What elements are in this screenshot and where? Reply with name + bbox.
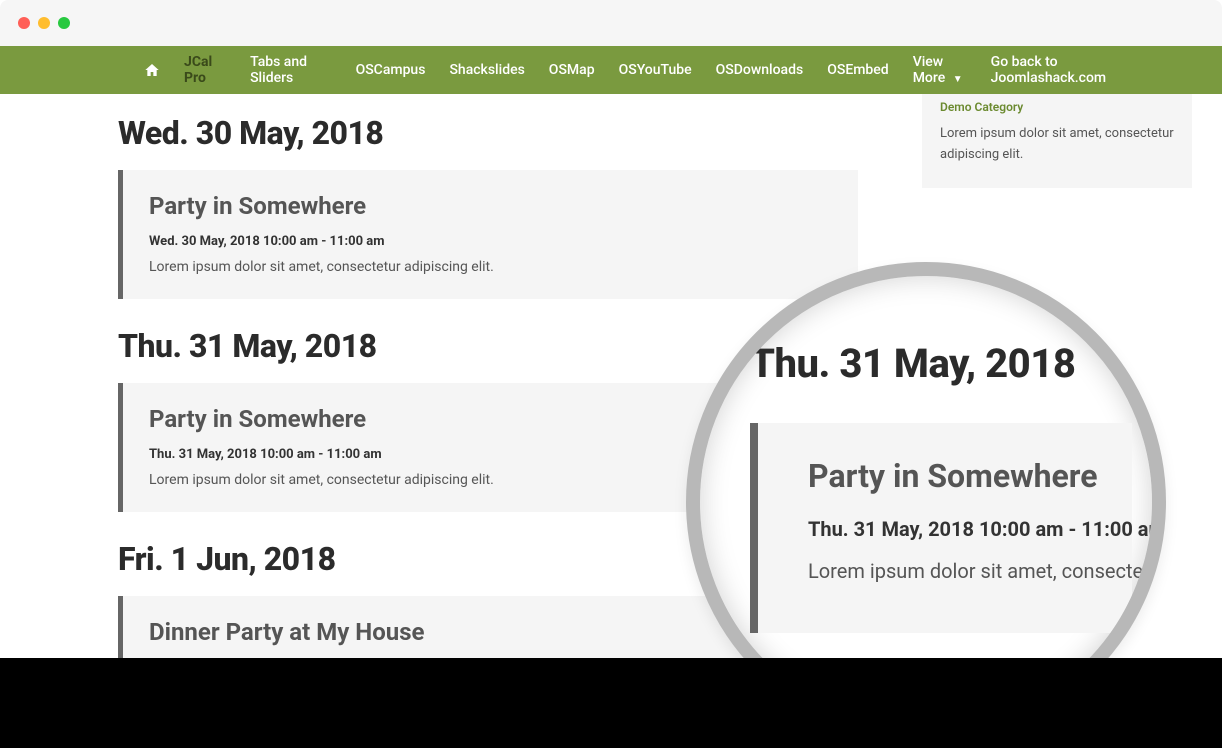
sidebar-category-card: Demo Category Lorem ipsum dolor sit amet… — [922, 94, 1192, 188]
nav-view-more[interactable]: View More ▼ — [901, 40, 991, 100]
chevron-down-icon: ▼ — [953, 74, 963, 85]
event-card[interactable]: Party in Somewhere Wed. 30 May, 2018 10:… — [118, 170, 858, 299]
minimize-icon[interactable] — [38, 17, 50, 29]
nav-osdownloads[interactable]: OSDownloads — [704, 48, 816, 92]
sidebar-category-link[interactable]: Demo Category — [940, 100, 1174, 114]
magnifier-event-card: Party in Somewhere Thu. 31 May, 2018 10:… — [750, 423, 1132, 633]
browser-window: JCal Pro Tabs and Sliders OSCampus Shack… — [0, 0, 1222, 748]
day-heading: Wed. 30 May, 2018 — [118, 114, 858, 152]
day-group: Wed. 30 May, 2018 Party in Somewhere Wed… — [118, 114, 858, 299]
close-icon[interactable] — [18, 17, 30, 29]
main-nav: JCal Pro Tabs and Sliders OSCampus Shack… — [0, 46, 1222, 94]
page-body: Demo Category Lorem ipsum dolor sit amet… — [0, 94, 1222, 748]
nav-back-link[interactable]: Go back to Joomlashack.com — [991, 54, 1194, 86]
nav-osembed[interactable]: OSEmbed — [815, 48, 900, 92]
nav-oscampus[interactable]: OSCampus — [344, 48, 438, 92]
event-desc: Lorem ipsum dolor sit amet, consectetur … — [149, 259, 832, 275]
nav-osyoutube[interactable]: OSYouTube — [607, 48, 704, 92]
nav-jcal-pro[interactable]: JCal Pro — [172, 40, 238, 100]
home-icon[interactable] — [132, 48, 172, 92]
magnifier-event-time: Thu. 31 May, 2018 10:00 am - 11:00 am — [808, 517, 1122, 541]
bottom-shadow — [0, 658, 1222, 748]
magnifier-event-desc: Lorem ipsum dolor sit amet, consectetu — [808, 559, 1122, 583]
event-title: Party in Somewhere — [149, 192, 832, 220]
nav-view-more-label: View More — [913, 54, 946, 86]
nav-shackslides[interactable]: Shackslides — [437, 48, 536, 92]
sidebar-category-desc: Lorem ipsum dolor sit amet, consectetur … — [940, 124, 1174, 166]
magnifier-day-heading: Thu. 31 May, 2018 — [750, 340, 1132, 387]
magnifier-event-title: Party in Somewhere — [808, 457, 1122, 495]
event-time: Wed. 30 May, 2018 10:00 am - 11:00 am — [149, 234, 832, 249]
nav-osmap[interactable]: OSMap — [537, 48, 607, 92]
nav-tabs-sliders[interactable]: Tabs and Sliders — [238, 40, 343, 100]
maximize-icon[interactable] — [58, 17, 70, 29]
